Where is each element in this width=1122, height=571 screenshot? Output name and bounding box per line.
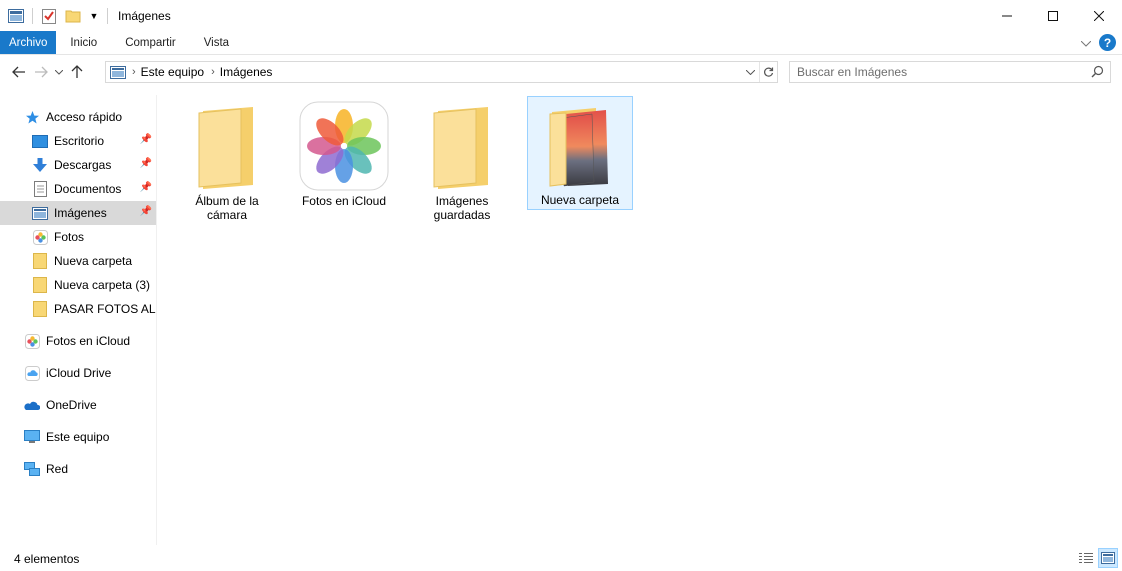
address-history-chevron-icon[interactable] bbox=[741, 62, 759, 82]
folder-nueva-carpeta[interactable]: Nueva carpeta bbox=[527, 96, 633, 210]
file-view: Álbum de la cámara Fotos en iCloud Imáge… bbox=[160, 95, 1122, 545]
customize-qat-dropdown-icon[interactable]: ▼ bbox=[89, 8, 99, 24]
details-view-icon[interactable] bbox=[1076, 548, 1096, 568]
icloud-icon bbox=[24, 365, 40, 381]
network-icon bbox=[24, 461, 40, 477]
large-icons-view-icon[interactable] bbox=[1098, 548, 1118, 568]
sidebar-item-descargas[interactable]: Descargas 📌 bbox=[0, 153, 156, 177]
item-label: Imágenes guardadas bbox=[433, 194, 491, 222]
item-label: Nueva carpeta bbox=[540, 193, 620, 207]
sidebar-item-este-equipo[interactable]: Este equipo bbox=[0, 425, 156, 449]
refresh-icon[interactable] bbox=[759, 62, 777, 82]
sidebar-item-label: Este equipo bbox=[46, 430, 110, 444]
expand-ribbon-icon[interactable] bbox=[1080, 36, 1092, 50]
close-button[interactable] bbox=[1076, 0, 1122, 31]
icloud-photos-icon bbox=[299, 101, 389, 194]
navigation-pane: Acceso rápido Escritorio 📌 Descargas 📌 D… bbox=[0, 95, 157, 545]
folder-icon bbox=[32, 301, 48, 317]
folder-imagenes-guardadas[interactable]: Imágenes guardadas bbox=[409, 98, 515, 222]
title-bar: ▼ Imágenes bbox=[0, 0, 1122, 31]
back-arrow-icon[interactable] bbox=[8, 61, 30, 83]
document-icon bbox=[32, 181, 48, 197]
status-bar: 4 elementos bbox=[0, 546, 1122, 571]
properties-icon[interactable] bbox=[41, 8, 57, 24]
folder-with-image-icon bbox=[548, 102, 612, 191]
search-input[interactable]: Buscar en Imágenes bbox=[789, 61, 1111, 83]
sidebar-item-label: Nueva carpeta bbox=[54, 254, 133, 268]
pictures-location-icon bbox=[110, 65, 126, 79]
sidebar-item-onedrive[interactable]: OneDrive bbox=[0, 393, 156, 417]
sidebar-item-label: PASAR FOTOS AL IP bbox=[54, 302, 156, 316]
sidebar-item-label: OneDrive bbox=[46, 398, 97, 412]
folder-icon bbox=[32, 253, 48, 269]
sidebar-item-label: Nueva carpeta (3) bbox=[54, 278, 151, 292]
folder-icon bbox=[32, 277, 48, 293]
sidebar-item-label: Escritorio bbox=[54, 134, 105, 148]
maximize-button[interactable] bbox=[1030, 0, 1076, 31]
search-icon[interactable] bbox=[1091, 65, 1104, 81]
pin-icon[interactable]: 📌 bbox=[140, 134, 152, 145]
navigation-bar: › Este equipo › Imágenes Buscar en Imáge… bbox=[0, 55, 1122, 89]
tab-vista[interactable]: Vista bbox=[190, 31, 243, 54]
recent-locations-chevron-icon[interactable] bbox=[52, 61, 66, 83]
sidebar-item-acceso-rapido[interactable]: Acceso rápido bbox=[0, 105, 156, 129]
sidebar-item-icloud-drive[interactable]: iCloud Drive bbox=[0, 361, 156, 385]
sidebar-item-label: Fotos bbox=[54, 230, 85, 244]
sidebar-item-pasar-fotos[interactable]: PASAR FOTOS AL IP bbox=[0, 297, 156, 321]
minimize-button[interactable] bbox=[984, 0, 1030, 31]
breadcrumb-imagenes[interactable]: Imágenes bbox=[220, 65, 273, 79]
sidebar-item-label: iCloud Drive bbox=[46, 366, 112, 380]
sidebar-item-nueva-carpeta[interactable]: Nueva carpeta bbox=[0, 249, 156, 273]
tab-inicio[interactable]: Inicio bbox=[56, 31, 111, 54]
item-label: Fotos en iCloud bbox=[301, 194, 387, 208]
sidebar-item-red[interactable]: Red bbox=[0, 457, 156, 481]
sidebar-item-label: Fotos en iCloud bbox=[46, 334, 131, 348]
star-icon bbox=[24, 109, 40, 125]
computer-icon bbox=[24, 429, 40, 445]
tab-archivo[interactable]: Archivo bbox=[0, 31, 57, 54]
sidebar-item-label: Acceso rápido bbox=[46, 110, 123, 124]
sidebar-item-imagenes[interactable]: Imágenes 📌 bbox=[0, 201, 156, 225]
forward-arrow-icon[interactable] bbox=[30, 61, 52, 83]
sidebar-item-label: Imágenes bbox=[54, 206, 107, 220]
sidebar-item-nueva-carpeta-3[interactable]: Nueva carpeta (3) bbox=[0, 273, 156, 297]
desktop-icon bbox=[32, 133, 48, 149]
sidebar-item-escritorio[interactable]: Escritorio 📌 bbox=[0, 129, 156, 153]
folder-fotos-icloud[interactable]: Fotos en iCloud bbox=[291, 98, 397, 212]
window-title: Imágenes bbox=[118, 8, 171, 23]
search-placeholder: Buscar en Imágenes bbox=[797, 65, 908, 79]
pictures-window-icon bbox=[8, 8, 24, 24]
breadcrumb-separator-icon[interactable]: › bbox=[211, 66, 215, 78]
pin-icon[interactable]: 📌 bbox=[140, 182, 152, 193]
pictures-icon bbox=[32, 205, 48, 221]
help-icon[interactable]: ? bbox=[1099, 34, 1116, 51]
item-count: 4 elementos bbox=[14, 551, 80, 566]
folder-icon bbox=[432, 103, 492, 192]
photos-icon bbox=[24, 333, 40, 349]
sidebar-item-fotos-icloud[interactable]: Fotos en iCloud bbox=[0, 329, 156, 353]
onedrive-icon bbox=[24, 397, 40, 413]
breadcrumb-separator-icon[interactable]: › bbox=[132, 66, 136, 78]
sidebar-item-label: Descargas bbox=[54, 158, 112, 172]
sidebar-item-label: Documentos bbox=[54, 182, 122, 196]
new-folder-icon[interactable] bbox=[65, 8, 81, 24]
tab-compartir[interactable]: Compartir bbox=[111, 31, 189, 54]
quick-access-toolbar: ▼ Imágenes bbox=[0, 0, 171, 31]
download-icon bbox=[32, 157, 48, 173]
sidebar-item-label: Red bbox=[46, 462, 69, 476]
pin-icon[interactable]: 📌 bbox=[140, 158, 152, 169]
pin-icon[interactable]: 📌 bbox=[140, 206, 152, 217]
breadcrumb-este-equipo[interactable]: Este equipo bbox=[141, 65, 204, 79]
folder-album-camara[interactable]: Álbum de la cámara bbox=[174, 98, 280, 222]
item-label: Álbum de la cámara bbox=[195, 194, 259, 222]
photos-icon bbox=[32, 229, 48, 245]
sidebar-item-documentos[interactable]: Documentos 📌 bbox=[0, 177, 156, 201]
address-bar[interactable]: › Este equipo › Imágenes bbox=[105, 61, 778, 83]
sidebar-item-fotos[interactable]: Fotos bbox=[0, 225, 156, 249]
up-arrow-icon[interactable] bbox=[66, 61, 88, 83]
folder-icon bbox=[197, 103, 257, 192]
ribbon-tabs: Archivo Inicio Compartir Vista ? bbox=[0, 31, 1122, 55]
